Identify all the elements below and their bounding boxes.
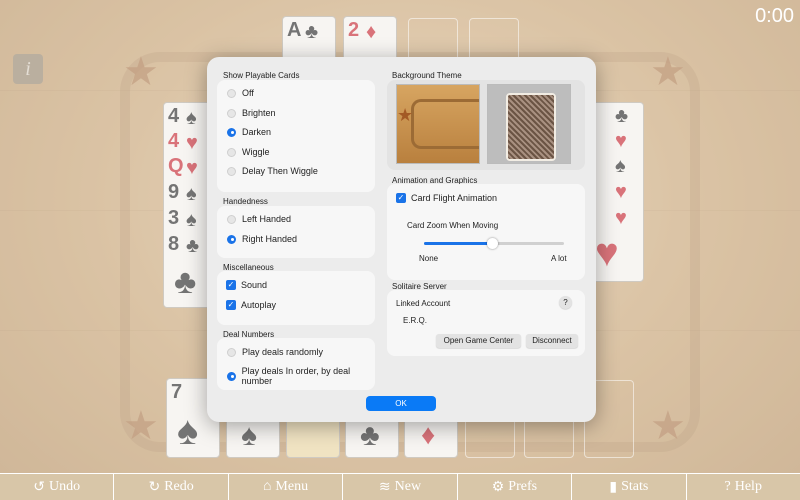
radio-off[interactable]: Off	[227, 88, 254, 98]
disconnect-button[interactable]: Disconnect	[526, 334, 578, 348]
checkmark-icon[interactable]: ✓	[226, 280, 236, 290]
checkbox-label: Autoplay	[241, 300, 277, 310]
radio-label: Play deals In order, by deal number	[241, 366, 351, 386]
gear-icon: ⚙	[491, 479, 505, 495]
radio-button-selected[interactable]	[227, 234, 236, 244]
radio-button[interactable]	[227, 347, 236, 357]
radio-deals-in-order[interactable]: Play deals In order, by deal number	[227, 366, 375, 386]
help-icon: ?	[724, 479, 731, 494]
handedness-panel: Left Handed Right Handed	[217, 206, 375, 258]
radio-button[interactable]	[227, 214, 236, 224]
animation-panel: ✓ Card Flight Animation Card Zoom When Mo…	[387, 184, 585, 280]
checkmark-icon[interactable]: ✓	[396, 193, 406, 203]
checkbox-label: Sound	[241, 280, 268, 290]
miscellaneous-panel: ✓ Sound ✓ Autoplay	[217, 271, 375, 325]
new-button[interactable]: ≋ New	[343, 474, 458, 500]
checkmark-icon[interactable]: ✓	[226, 300, 236, 310]
zoom-slider-thumb[interactable]	[487, 238, 499, 249]
radio-delay-then-wiggle[interactable]: Delay Then Wiggle	[227, 166, 318, 176]
toolbar-label: Stats	[621, 479, 649, 494]
menu-button[interactable]: ⌂ Menu	[229, 474, 344, 500]
radio-label: Play deals randomly	[242, 347, 324, 357]
checkbox-sound[interactable]: ✓ Sound	[226, 280, 267, 290]
theme-thumbnail-wood[interactable]: ★	[396, 84, 480, 164]
zoom-slider-fill	[424, 242, 493, 245]
radio-left-handed[interactable]: Left Handed	[227, 214, 291, 224]
zoom-min-label: None	[419, 254, 439, 263]
preferences-dialog: Show Playable Cards Off Brighten Darken …	[207, 57, 596, 422]
stats-button[interactable]: ▮ Stats	[572, 474, 687, 500]
radio-right-handed[interactable]: Right Handed	[227, 234, 297, 244]
theme-thumbnail-card-back[interactable]	[487, 84, 571, 164]
background-theme-panel: ★	[387, 80, 585, 170]
section-title-show-playable: Show Playable Cards	[223, 71, 300, 80]
toolbar-label: Help	[734, 479, 762, 494]
toolbar-label: Prefs	[508, 479, 538, 494]
toolbar-label: Undo	[49, 479, 81, 494]
radio-button[interactable]	[227, 166, 236, 176]
stack-icon: ≋	[378, 479, 391, 495]
radio-label: Wiggle	[242, 147, 270, 157]
radio-label: Right Handed	[242, 234, 298, 244]
checkbox-label: Card Flight Animation	[411, 193, 498, 203]
deal-numbers-panel: Play deals randomly Play deals In order,…	[217, 338, 375, 390]
radio-label: Darken	[242, 127, 272, 137]
star-icon: ★	[397, 105, 414, 125]
toolbar-label: Redo	[164, 479, 194, 494]
linked-account-label: Linked Account	[396, 299, 451, 308]
undo-button[interactable]: ↺ Undo	[0, 474, 115, 500]
bar-chart-icon: ▮	[609, 479, 618, 495]
radio-button-selected[interactable]	[227, 127, 236, 137]
redo-button[interactable]: ↻ Redo	[114, 474, 229, 500]
radio-label: Delay Then Wiggle	[242, 166, 318, 176]
radio-label: Brighten	[242, 108, 276, 118]
radio-button-selected[interactable]	[227, 371, 236, 381]
open-game-center-button[interactable]: Open Game Center	[436, 334, 521, 348]
help-toolbar-button[interactable]: ? Help	[687, 474, 800, 500]
radio-wiggle[interactable]: Wiggle	[227, 147, 270, 157]
checkbox-autoplay[interactable]: ✓ Autoplay	[226, 300, 276, 310]
toolbar-label: New	[394, 479, 422, 494]
theme-felt-border	[411, 99, 479, 149]
zoom-max-label: A lot	[551, 254, 567, 263]
radio-button[interactable]	[227, 108, 236, 118]
section-title-handedness: Handedness	[223, 197, 268, 206]
help-button[interactable]: ?	[559, 296, 572, 309]
redo-icon: ↻	[148, 479, 161, 495]
bottom-toolbar: ↺ Undo ↻ Redo ⌂ Menu ≋ New ⚙ Prefs ▮ Stats ? He…	[0, 473, 800, 500]
zoom-label: Card Zoom When Moving	[407, 221, 499, 230]
radio-brighten[interactable]: Brighten	[227, 108, 276, 118]
show-playable-panel: Off Brighten Darken Wiggle Delay Then Wi…	[217, 80, 375, 192]
undo-icon: ↺	[33, 479, 46, 495]
prefs-button[interactable]: ⚙ Prefs	[458, 474, 573, 500]
radio-label: Off	[242, 88, 254, 98]
account-name: E.R.Q.	[403, 316, 428, 325]
radio-button[interactable]	[227, 88, 236, 98]
toolbar-label: Menu	[275, 479, 309, 494]
radio-button[interactable]	[227, 147, 236, 157]
radio-label: Left Handed	[242, 214, 292, 224]
solitaire-server-panel: Linked Account ? E.R.Q. Open Game Center…	[387, 290, 585, 356]
radio-darken[interactable]: Darken	[227, 127, 271, 137]
home-icon: ⌂	[263, 479, 272, 494]
section-title-background-theme: Background Theme	[392, 71, 462, 80]
card-back-icon	[506, 93, 556, 161]
zoom-slider-track[interactable]	[424, 238, 564, 249]
checkbox-card-flight[interactable]: ✓ Card Flight Animation	[396, 193, 497, 203]
radio-deals-randomly[interactable]: Play deals randomly	[227, 347, 323, 357]
ok-button[interactable]: OK	[366, 396, 436, 411]
